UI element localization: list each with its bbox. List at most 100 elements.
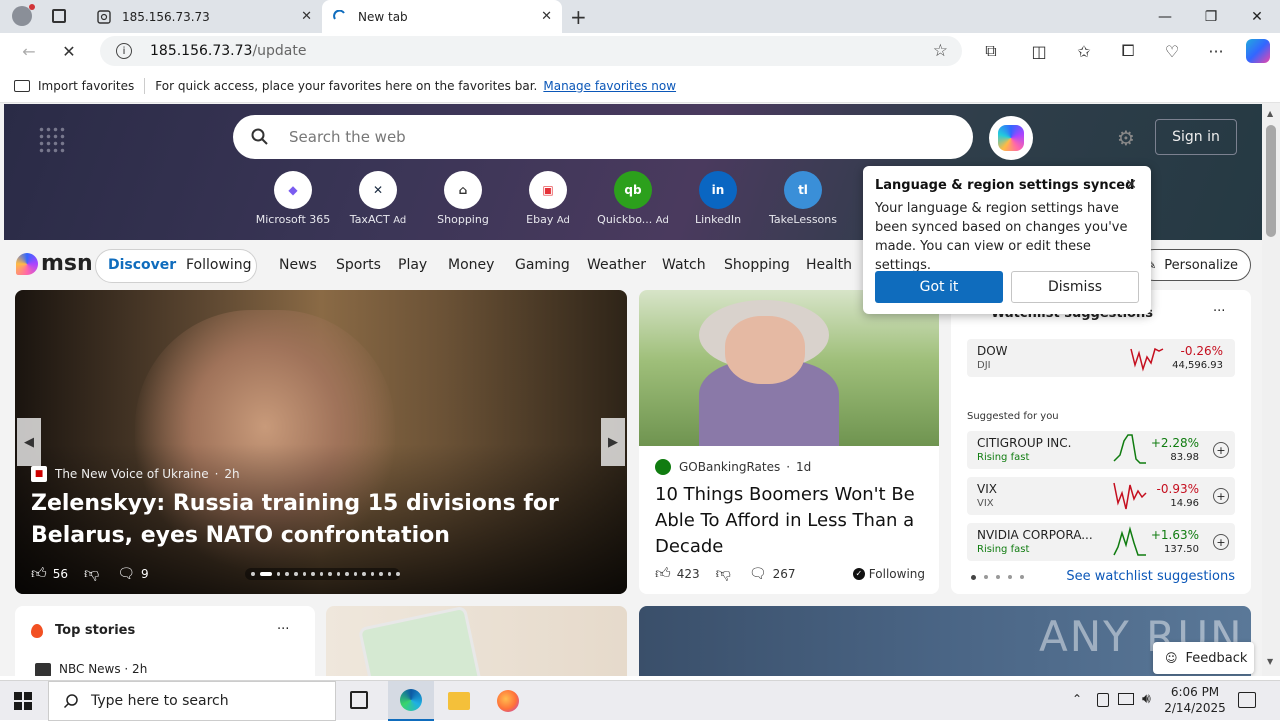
nav-money[interactable]: Money: [448, 257, 494, 273]
taskbar-search[interactable]: Type here to search: [48, 681, 336, 721]
like-icon[interactable]: 👍︎: [31, 564, 47, 583]
stock-row-nvidia[interactable]: NVIDIA CORPORA... Rising fast +1.63% 137…: [967, 523, 1235, 561]
tab-following[interactable]: Following: [186, 257, 252, 273]
tab-discover[interactable]: Discover: [108, 257, 176, 273]
nav-news[interactable]: News: [279, 257, 317, 273]
story-source[interactable]: ■ The New Voice of Ukraine · 2h: [31, 466, 240, 482]
top-stories-more-icon[interactable]: ···: [277, 622, 289, 637]
add-stock-icon[interactable]: +: [1213, 442, 1229, 458]
extensions-icon[interactable]: ⧉: [980, 41, 1002, 61]
prev-arrow-icon[interactable]: ◀: [17, 418, 41, 466]
edge-taskbar-icon[interactable]: [388, 681, 434, 721]
close-tab-icon[interactable]: ✕: [541, 9, 552, 24]
side-headline[interactable]: 10 Things Boomers Won't Be Able To Affor…: [655, 482, 927, 560]
sign-in-button[interactable]: Sign in: [1155, 119, 1237, 155]
page-scrollbar[interactable]: ▲ ▼: [1262, 103, 1280, 676]
minimize-icon[interactable]: —: [1142, 0, 1188, 33]
following-label[interactable]: Following: [869, 567, 925, 581]
tab-new[interactable]: New tab ✕: [322, 0, 562, 33]
stock-row-citigroup[interactable]: CITIGROUP INC. Rising fast +2.28% 83.98 …: [967, 431, 1235, 469]
close-tab-icon[interactable]: ✕: [301, 9, 312, 24]
notifications-icon[interactable]: [1238, 692, 1256, 708]
quick-link-takelessons[interactable]: tl TakeLessons: [763, 171, 843, 226]
carousel-dots[interactable]: [245, 568, 400, 580]
personalize-button[interactable]: ✎ Personalize: [1138, 249, 1251, 281]
close-window-icon[interactable]: ✕: [1234, 0, 1280, 33]
performance-icon[interactable]: ♡: [1161, 41, 1183, 61]
nav-weather[interactable]: Weather: [587, 257, 646, 273]
quick-link-ebay[interactable]: ▣ Ebay Ad: [508, 171, 588, 226]
more-icon[interactable]: ···: [1205, 41, 1227, 61]
split-screen-icon[interactable]: ◫: [1028, 41, 1050, 61]
next-arrow-icon[interactable]: ▶: [601, 418, 625, 466]
nav-gaming[interactable]: Gaming: [515, 257, 570, 273]
quick-link-linkedin[interactable]: in LinkedIn: [678, 171, 758, 226]
copilot-button[interactable]: [989, 116, 1033, 160]
tray-device-icon[interactable]: [1097, 693, 1109, 707]
back-icon[interactable]: ←: [18, 41, 40, 61]
stock-row-vix[interactable]: VIX VIX -0.93% 14.96 +: [967, 477, 1235, 515]
url-host: 185.156.73.73: [150, 43, 253, 59]
task-view-icon[interactable]: [350, 691, 368, 709]
address-bar[interactable]: i 185.156.73.73/update ☆: [100, 36, 962, 66]
manage-favorites-link[interactable]: Manage favorites now: [543, 79, 676, 93]
settings-gear-icon[interactable]: ⚙: [1117, 126, 1135, 150]
top-story-source[interactable]: NBC News · 2h: [59, 662, 147, 676]
favorite-star-icon[interactable]: ☆: [933, 41, 948, 61]
quick-link-quickbooks[interactable]: qb Quickbo... Ad: [593, 171, 673, 226]
msn-logo[interactable]: msn: [16, 251, 93, 276]
stock-row-dow[interactable]: DOW DJI -0.26% 44,596.93: [967, 339, 1235, 377]
scroll-thumb[interactable]: [1266, 125, 1276, 237]
firefox-icon[interactable]: [497, 690, 519, 712]
story-source[interactable]: GOBankingRates · 1d: [655, 459, 811, 475]
new-tab-icon[interactable]: +: [570, 5, 587, 29]
watchlist-dots[interactable]: [971, 575, 1024, 580]
dismiss-button[interactable]: Dismiss: [1011, 271, 1139, 303]
nav-watch[interactable]: Watch: [662, 257, 706, 273]
popup-close-icon[interactable]: ✕: [1125, 177, 1137, 193]
scroll-down-icon[interactable]: ▼: [1267, 657, 1273, 666]
restore-icon[interactable]: ❐: [1188, 0, 1234, 33]
quick-link-microsoft365[interactable]: ◆ Microsoft 365: [253, 171, 333, 226]
tablet-story-card[interactable]: [326, 606, 627, 676]
info-icon[interactable]: i: [116, 43, 132, 59]
hero-headline[interactable]: Zelenskyy: Russia training 15 divisions …: [31, 488, 591, 552]
nav-shopping[interactable]: Shopping: [724, 257, 790, 273]
comment-icon[interactable]: 🗨︎: [117, 566, 135, 582]
tray-chevron-icon[interactable]: ⌃: [1072, 692, 1082, 706]
watchlist-more-icon[interactable]: ···: [1213, 304, 1225, 319]
favorites-icon[interactable]: ✩: [1073, 41, 1095, 61]
side-story-card[interactable]: GOBankingRates · 1d 10 Things Boomers Won'…: [639, 290, 939, 594]
import-favorites-button[interactable]: Import favorites: [38, 79, 134, 93]
like-icon[interactable]: 👍︎: [655, 564, 671, 583]
tab-ip[interactable]: 185.156.73.73 ✕: [86, 0, 322, 33]
got-it-button[interactable]: Got it: [875, 271, 1003, 303]
hero-story-card[interactable]: ◀ ▶ ■ The New Voice of Ukraine · 2h Zelens…: [15, 290, 627, 594]
file-explorer-icon[interactable]: [448, 692, 470, 710]
suggested-label: Suggested for you: [967, 411, 1059, 422]
comment-icon[interactable]: 🗨︎: [749, 566, 767, 582]
clock[interactable]: 6:06 PM 2/14/2025: [1164, 684, 1226, 716]
import-icon[interactable]: [14, 79, 30, 92]
quick-link-taxact[interactable]: ✕ TaxACT Ad: [338, 171, 418, 226]
volume-icon[interactable]: 🔊︎: [1142, 691, 1151, 707]
collections-icon[interactable]: ⧠: [1117, 41, 1139, 61]
nav-sports[interactable]: Sports: [336, 257, 381, 273]
tab-actions-icon[interactable]: [52, 9, 66, 23]
scroll-up-icon[interactable]: ▲: [1267, 109, 1273, 118]
feedback-button[interactable]: ☺ Feedback: [1153, 642, 1254, 674]
dislike-icon[interactable]: 👎︎: [716, 564, 731, 583]
see-watchlist-link[interactable]: See watchlist suggestions: [1066, 569, 1235, 584]
search-box[interactable]: Search the web: [233, 115, 973, 159]
quick-link-shopping[interactable]: ⌂ Shopping: [423, 171, 503, 226]
nav-play[interactable]: Play: [398, 257, 427, 273]
nav-health[interactable]: Health: [806, 257, 852, 273]
copilot-icon[interactable]: [1246, 39, 1270, 63]
stop-icon[interactable]: ✕: [58, 41, 80, 61]
add-stock-icon[interactable]: +: [1213, 534, 1229, 550]
network-icon[interactable]: [1118, 693, 1134, 705]
dislike-icon[interactable]: 👎︎: [84, 564, 99, 583]
add-stock-icon[interactable]: +: [1213, 488, 1229, 504]
start-icon[interactable]: [14, 692, 32, 710]
apps-grid-icon[interactable]: [38, 126, 66, 154]
